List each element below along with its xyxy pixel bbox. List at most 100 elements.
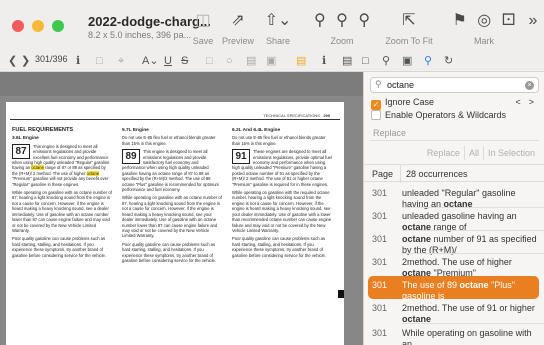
clear-search-icon[interactable]: ×: [525, 81, 534, 90]
result-row[interactable]: 301 octane number of 91 as specified by t…: [364, 230, 544, 255]
page-column-header: Page: [372, 169, 394, 179]
lock-icon[interactable]: ⚀: [502, 12, 516, 29]
replace-buttons: Replace All In Selection: [370, 146, 539, 162]
result-page: 301: [372, 303, 388, 313]
search-query[interactable]: octane: [387, 80, 414, 90]
mark-controls: ⚑ ◎ ⚀ Mark: [446, 10, 522, 46]
result-text-pre: The use of 89: [402, 280, 460, 290]
next-result-button[interactable]: >: [525, 97, 538, 107]
operators-option[interactable]: Enable Operators & Wildcards: [371, 110, 506, 120]
find-search-field[interactable]: ⚲ octane ×: [370, 77, 539, 93]
replace-field[interactable]: Replace: [370, 125, 539, 141]
replace-button[interactable]: Replace: [423, 146, 464, 160]
result-page: 301: [372, 211, 388, 221]
page-indicator: 301/396: [35, 54, 68, 64]
mark-icons: ⚑ ◎ ⚀: [446, 10, 522, 32]
col1-p1c: "Premium" gasoline will not provide any …: [12, 176, 109, 187]
ignore-case-checkbox[interactable]: ✓: [371, 100, 381, 110]
subsection-title: 5.7L Engine: [122, 128, 149, 133]
preview-button[interactable]: ⇗ Preview: [218, 10, 258, 46]
underline-button[interactable]: U: [164, 53, 172, 69]
result-text-pre: 2method. The use of 91 or higher: [402, 303, 535, 313]
text-cursor-icon[interactable]: ℹ: [76, 53, 80, 69]
col3-p2: While operating on gasoline with the req…: [232, 190, 332, 233]
text-box-icon[interactable]: ▤: [246, 53, 256, 69]
page-header-number: 299: [323, 113, 330, 118]
result-page: 301: [372, 328, 388, 338]
result-text: While operating on gasoline with an: [402, 328, 540, 345]
preview-icon: ⇗: [231, 12, 245, 29]
font-size-button[interactable]: A⌄: [142, 53, 159, 69]
search-highlight: octane: [86, 170, 100, 176]
preview-window: 2022-dodge-charg... 8.2 x 5.0 inches, 39…: [0, 0, 544, 345]
save-button[interactable]: ◫ Save: [190, 10, 216, 46]
rotate-icon[interactable]: ↻: [444, 53, 453, 69]
save-icon: ◫: [195, 12, 211, 29]
zoom-to-fit-button[interactable]: ⇱ Zoom To Fit: [380, 10, 438, 46]
result-row[interactable]: 301 2method. The use of 91 or higher octa…: [364, 299, 544, 325]
replace-in-selection-button[interactable]: In Selection: [482, 146, 539, 160]
zoom-to-fit-label: Zoom To Fit: [385, 36, 433, 46]
find-sidebar: ⚲ octane × ✓ Ignore Case < > Enable Operat…: [363, 72, 544, 345]
result-page: 301: [372, 257, 388, 267]
replace-all-button[interactable]: All: [463, 146, 483, 160]
pin-icon[interactable]: ⚲: [382, 53, 390, 69]
sidebar-toggle-icon[interactable]: ▤: [342, 53, 352, 69]
section-title: FUEL REQUIREMENTS: [12, 127, 74, 133]
result-row[interactable]: 301 2method. The use of higher octane "Pr…: [364, 253, 544, 278]
back-arrow-icon[interactable]: ❮: [8, 53, 17, 69]
zoom-reset-icon[interactable]: ⚲: [358, 12, 370, 29]
note-icon[interactable]: ▣: [266, 53, 276, 69]
share-button[interactable]: ⇧⌄ Share: [260, 10, 296, 46]
octane-box: 91: [232, 149, 250, 165]
octane-box: 87: [12, 143, 30, 159]
minimize-window-button[interactable]: [32, 20, 44, 32]
occurrence-count: 28 occurrences: [406, 169, 468, 179]
ignore-case-option[interactable]: ✓ Ignore Case: [371, 97, 434, 110]
previous-result-button[interactable]: <: [511, 97, 524, 107]
col1-p3: Poor quality gasoline can cause problems…: [12, 236, 107, 258]
flag-icon[interactable]: ⚑: [452, 12, 466, 29]
result-text: 2method. The use of 91 or higher octane: [402, 303, 540, 325]
col2-p2: While operating on gasoline with an octa…: [122, 195, 222, 239]
document-icon[interactable]: □: [362, 53, 369, 69]
document-subtitle: 8.2 x 5.0 inches, 396 pa...: [88, 30, 192, 40]
zoom-out-icon[interactable]: ⚲: [314, 12, 326, 29]
highlight-icon[interactable]: ▤: [296, 53, 306, 69]
result-row[interactable]: 301 The use of 89 octane "Plus" gasoline …: [368, 276, 539, 301]
pdf-page[interactable]: TECHNICAL SPECIFICATIONS 299 FUEL REQUIR…: [6, 102, 344, 345]
font-size-label: A: [142, 55, 150, 67]
circle-icon[interactable]: ○: [226, 53, 233, 69]
selection-icon[interactable]: □: [96, 53, 103, 69]
col2-intro: Do not use E-85 flex fuel or ethanol ble…: [122, 135, 216, 146]
search-toggle-icon[interactable]: ⚲: [424, 53, 432, 69]
strike-button[interactable]: S: [181, 53, 188, 69]
result-text-match: octane: [402, 234, 432, 244]
secondary-toolbar: ❮ ❯ 301/396 ℹ □ ⌖ A⌄ U S □ ○ ▤ ▣ ▤ ℹ ▤ □…: [0, 50, 544, 72]
document-area: TECHNICAL SPECIFICATIONS 299 FUEL REQUIR…: [0, 72, 363, 345]
zoom-window-button[interactable]: [52, 20, 64, 32]
page-tab-marker: [338, 290, 344, 298]
shapes-icon[interactable]: □: [206, 53, 213, 69]
share-label: Share: [265, 36, 291, 46]
result-text-pre: 2method. The use of higher: [402, 257, 512, 267]
result-row[interactable]: 301 unleaded gasoline having an octane ra…: [364, 207, 544, 232]
result-row[interactable]: 301 While operating on gasoline with an: [364, 324, 544, 345]
crop-icon[interactable]: ⌖: [118, 53, 124, 69]
image-icon[interactable]: ▣: [402, 53, 412, 69]
octane-box: 89: [122, 149, 140, 165]
forward-arrow-icon[interactable]: ❯: [21, 53, 30, 69]
close-window-button[interactable]: [12, 20, 24, 32]
target-icon[interactable]: ◎: [477, 12, 491, 29]
header-rule: [10, 119, 340, 120]
info-icon[interactable]: ℹ: [322, 53, 326, 69]
save-label: Save: [192, 36, 214, 46]
zoom-in-icon[interactable]: ⚲: [336, 12, 348, 29]
column-3: 6.2L And 6.4L Engine Do not use E-85 fle…: [232, 128, 332, 261]
operators-checkbox[interactable]: [371, 110, 381, 120]
preview-label: Preview: [221, 36, 254, 46]
result-text-pre: unleaded gasoline having an: [402, 211, 517, 221]
zoom-to-fit-icon: ⇱: [402, 12, 416, 29]
more-button[interactable]: »: [524, 10, 542, 32]
result-row[interactable]: 301 unleaded "Regular" gasoline having an…: [364, 184, 544, 209]
